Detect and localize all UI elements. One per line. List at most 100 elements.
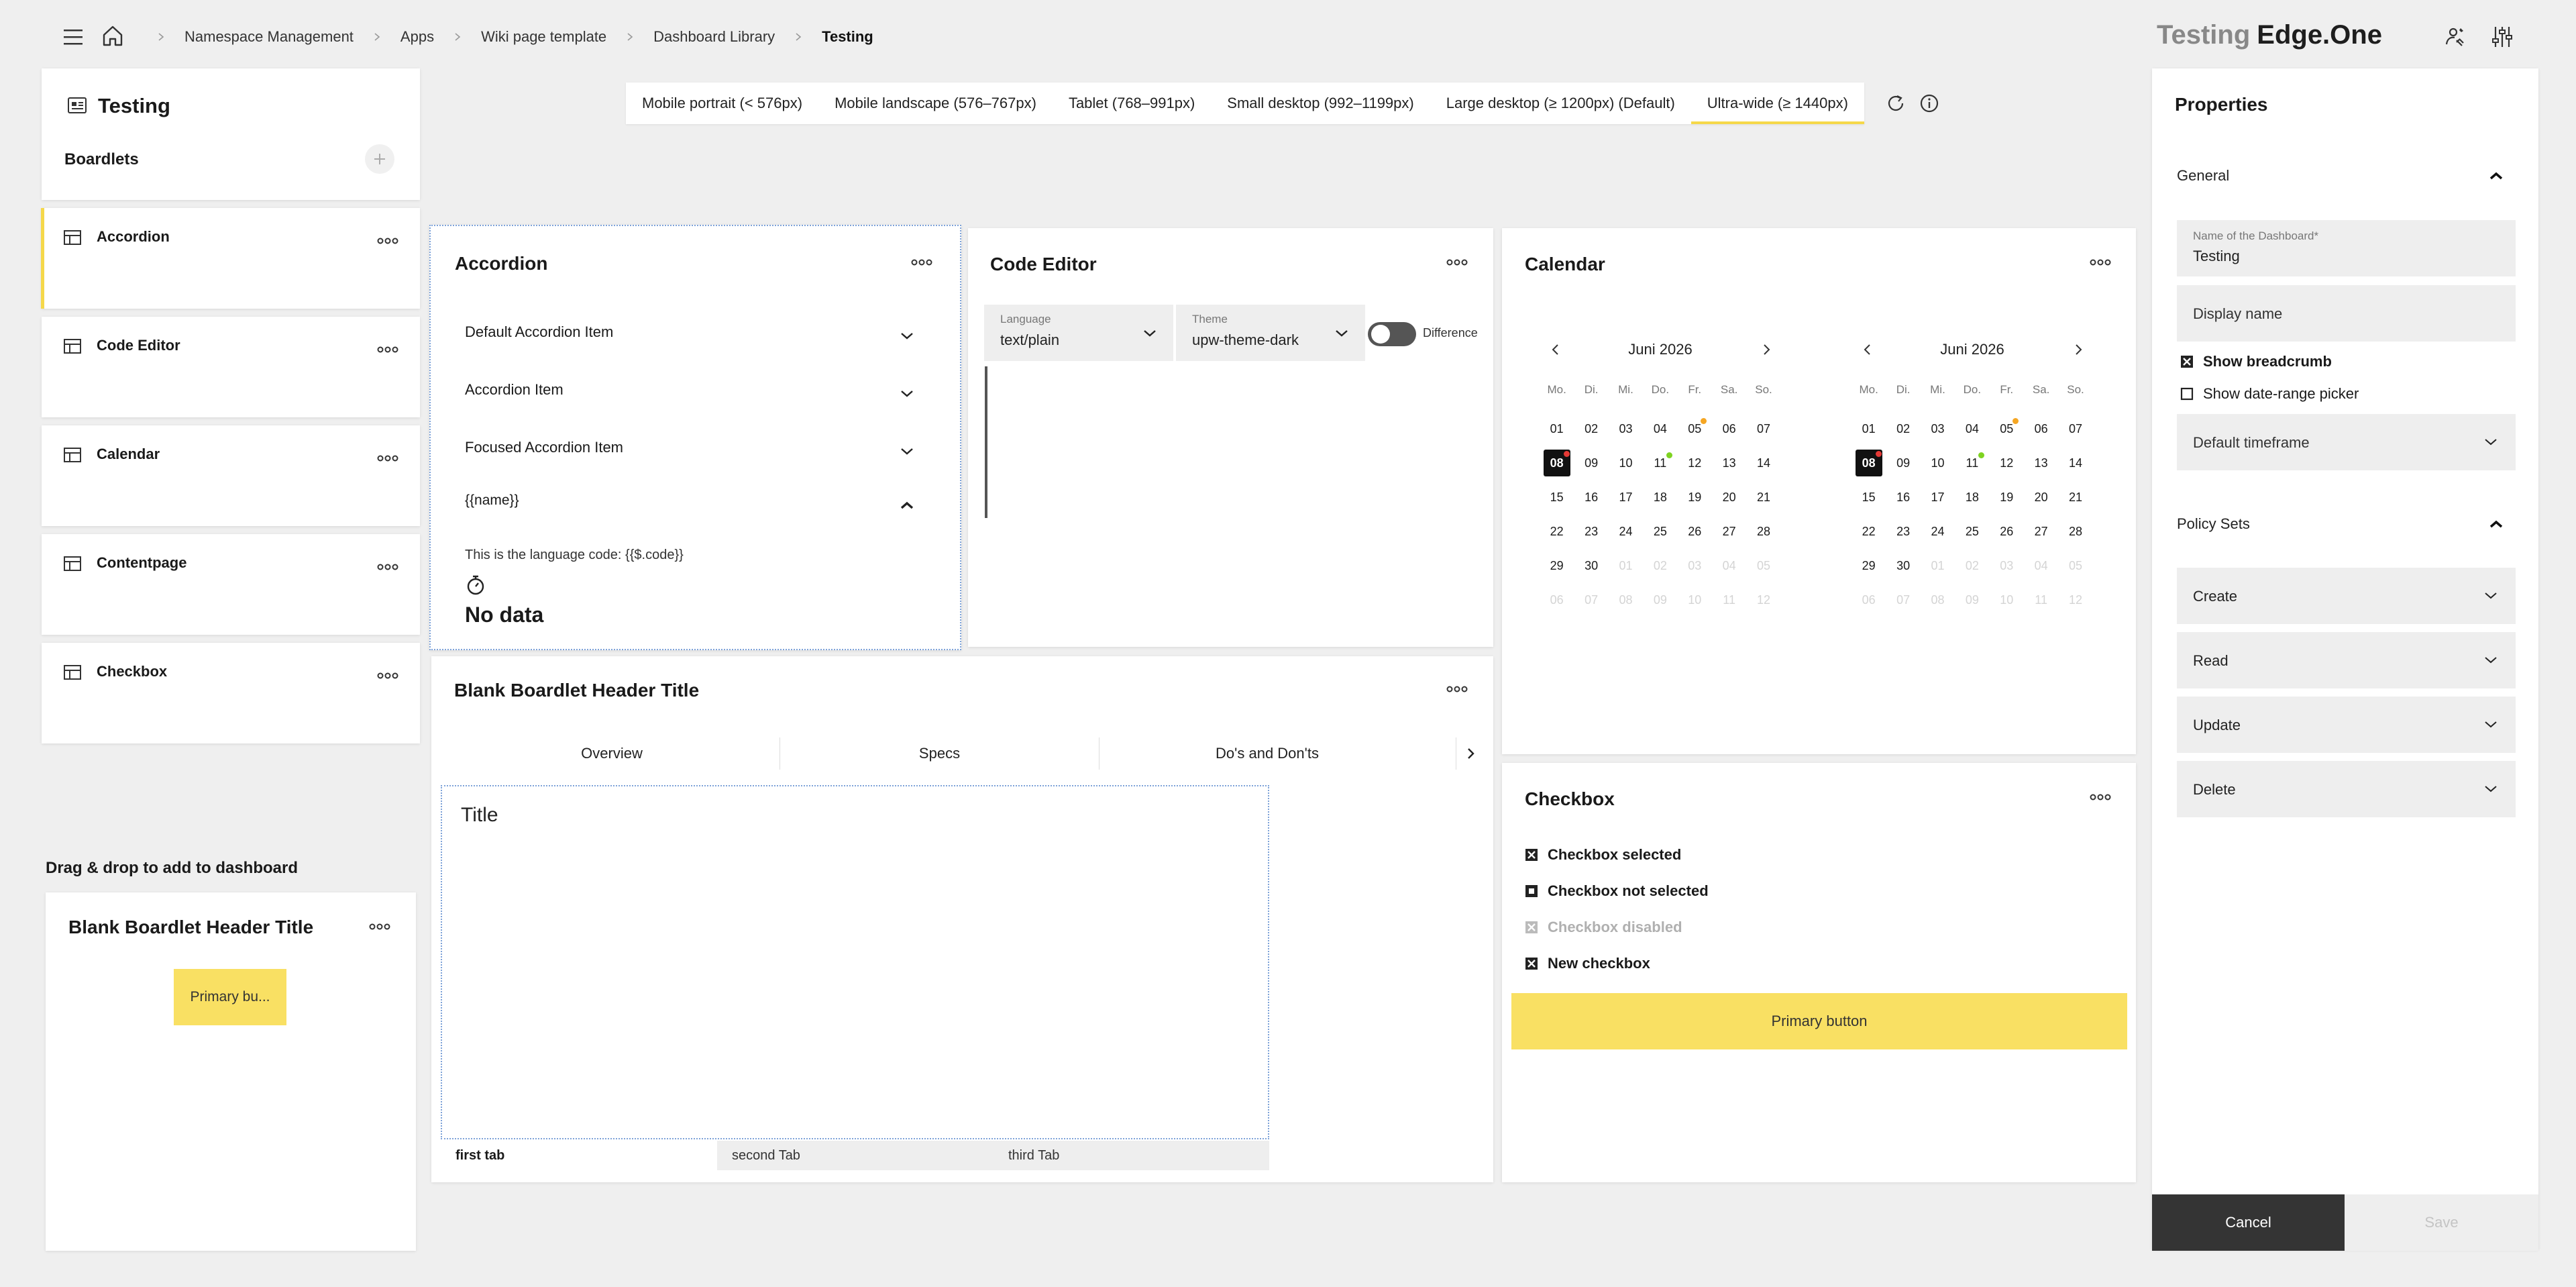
calendar-day[interactable]: 18 — [1955, 482, 1989, 517]
language-select[interactable]: Language text/plain — [984, 305, 1173, 361]
calendar-day[interactable]: 30 — [1886, 551, 1920, 585]
more-options-icon[interactable] — [377, 455, 398, 462]
calendar-day[interactable]: 10 — [1609, 448, 1643, 482]
accordion-item-expanded[interactable]: {{name}} — [465, 493, 928, 519]
calendar-day[interactable]: 27 — [2024, 517, 2058, 551]
tab-mobile-landscape[interactable]: Mobile landscape (576–767px) — [818, 83, 1053, 124]
accordion-item[interactable]: Accordion Item — [465, 381, 928, 408]
home-icon[interactable] — [101, 23, 125, 48]
calendar-day[interactable]: 28 — [1746, 517, 1780, 551]
calendar-day[interactable]: 01 — [1851, 414, 1886, 448]
calendar-day[interactable]: 24 — [1921, 517, 1955, 551]
calendar-day[interactable]: 29 — [1851, 551, 1886, 585]
accordion-item[interactable]: Default Accordion Item — [465, 323, 928, 350]
boardlet-item-accordion[interactable]: Accordion — [41, 208, 420, 309]
accordion-boardlet[interactable]: Accordion — [429, 225, 961, 650]
calendar-day[interactable]: 14 — [1746, 448, 1780, 482]
calendar-day[interactable]: 19 — [1678, 482, 1712, 517]
tab-mobile-portrait[interactable]: Mobile portrait (< 576px) — [626, 83, 818, 124]
chevron-right-icon[interactable] — [1465, 747, 1476, 760]
primary-button[interactable]: Primary bu... — [174, 969, 286, 1025]
add-boardlet-button[interactable] — [364, 144, 395, 174]
calendar-day[interactable]: 04 — [1955, 414, 1989, 448]
calendar-day[interactable]: 21 — [1746, 482, 1780, 517]
calendar-day[interactable]: 07 — [1746, 414, 1780, 448]
calendar-day[interactable]: 08 — [1540, 448, 1574, 482]
calendar-day[interactable]: 26 — [1678, 517, 1712, 551]
tab-ultra-wide[interactable]: Ultra-wide (≥ 1440px) — [1690, 83, 1864, 124]
tab-large-desktop[interactable]: Large desktop (≥ 1200px) (Default) — [1430, 83, 1691, 124]
calendar-day[interactable]: 30 — [1574, 551, 1608, 585]
policy-update-select[interactable]: Update — [2177, 697, 2516, 753]
policy-delete-select[interactable]: Delete — [2177, 761, 2516, 817]
tab-specs[interactable]: Specs — [780, 735, 1099, 772]
calendar-day[interactable]: 23 — [1886, 517, 1920, 551]
breadcrumb-item[interactable]: Apps — [400, 28, 434, 46]
calendar-day[interactable]: 22 — [1851, 517, 1886, 551]
dashboard-name-field[interactable]: Name of the Dashboard* Testing — [2177, 220, 2516, 276]
calendar-day[interactable]: 11 — [1955, 448, 1989, 482]
more-options-icon[interactable] — [377, 564, 398, 570]
calendar-day[interactable]: 29 — [1540, 551, 1574, 585]
calendar-day[interactable]: 17 — [1921, 482, 1955, 517]
more-options-icon[interactable] — [1446, 686, 1468, 692]
calendar-day[interactable]: 02 — [1574, 414, 1608, 448]
calendar-day[interactable]: 22 — [1540, 517, 1574, 551]
tab-tablet[interactable]: Tablet (768–991px) — [1053, 83, 1211, 124]
calendar-day[interactable]: 17 — [1609, 482, 1643, 517]
more-options-icon[interactable] — [2090, 794, 2111, 801]
bottom-tab-second[interactable]: second Tab — [717, 1141, 994, 1170]
calendar-day[interactable]: 25 — [1955, 517, 1989, 551]
calendar-day[interactable]: 26 — [1990, 517, 2024, 551]
boardlet-item-checkbox[interactable]: Checkbox — [42, 643, 420, 743]
display-name-field[interactable]: Display name — [2177, 285, 2516, 342]
calendar-day[interactable]: 16 — [1574, 482, 1608, 517]
calendar-day[interactable]: 20 — [1712, 482, 1746, 517]
calendar-day[interactable]: 18 — [1643, 482, 1677, 517]
chevron-right-icon[interactable] — [1761, 343, 1772, 356]
calendar-day[interactable]: 13 — [1712, 448, 1746, 482]
general-section-header[interactable]: General — [2177, 167, 2516, 185]
checkbox-item[interactable]: New checkbox — [1525, 955, 1650, 972]
calendar-day[interactable]: 21 — [2058, 482, 2092, 517]
policy-read-select[interactable]: Read — [2177, 632, 2516, 688]
policy-sets-section-header[interactable]: Policy Sets — [2177, 515, 2516, 533]
code-editor-area[interactable] — [987, 366, 1470, 518]
calendar-day[interactable]: 06 — [2024, 414, 2058, 448]
boardlet-item-contentpage[interactable]: Contentpage — [42, 534, 420, 635]
breadcrumb-item[interactable]: Dashboard Library — [653, 28, 775, 46]
calendar-day[interactable]: 04 — [1643, 414, 1677, 448]
user-settings-icon[interactable] — [2442, 24, 2467, 50]
calendar-day[interactable]: 07 — [2058, 414, 2092, 448]
calendar-day[interactable]: 09 — [1574, 448, 1608, 482]
default-timeframe-select[interactable]: Default timeframe — [2177, 414, 2516, 470]
calendar-day[interactable]: 09 — [1886, 448, 1920, 482]
content-drop-area[interactable]: Title — [441, 785, 1269, 1139]
calendar-day[interactable]: 03 — [1609, 414, 1643, 448]
chevron-right-icon[interactable] — [2073, 343, 2084, 356]
calendar-day[interactable]: 20 — [2024, 482, 2058, 517]
tab-small-desktop[interactable]: Small desktop (992–1199px) — [1211, 83, 1430, 124]
menu-icon[interactable] — [62, 25, 85, 48]
calendar-day[interactable]: 05 — [1678, 414, 1712, 448]
boardlet-item-code-editor[interactable]: Code Editor — [42, 317, 420, 417]
save-button[interactable]: Save — [2345, 1194, 2538, 1251]
more-options-icon[interactable] — [911, 259, 932, 266]
cancel-button[interactable]: Cancel — [2152, 1194, 2345, 1251]
calendar-day[interactable]: 14 — [2058, 448, 2092, 482]
breadcrumb-item[interactable]: Wiki page template — [481, 28, 606, 46]
calendar-day[interactable]: 27 — [1712, 517, 1746, 551]
calendar-day[interactable]: 19 — [1990, 482, 2024, 517]
tab-overview[interactable]: Overview — [444, 735, 780, 772]
calendar-day[interactable]: 15 — [1851, 482, 1886, 517]
tab-dos-and-donts[interactable]: Do's and Don'ts — [1099, 735, 1435, 772]
breadcrumb-item[interactable]: Namespace Management — [184, 28, 354, 46]
calendar-day[interactable]: 24 — [1609, 517, 1643, 551]
policy-create-select[interactable]: Create — [2177, 568, 2516, 624]
refresh-icon[interactable] — [1885, 93, 1907, 114]
calendar-day[interactable]: 15 — [1540, 482, 1574, 517]
more-options-icon[interactable] — [1446, 259, 1468, 266]
calendar-day[interactable]: 06 — [1712, 414, 1746, 448]
bottom-tab-third[interactable]: third Tab — [994, 1141, 1269, 1170]
draggable-boardlet-card[interactable]: Blank Boardlet Header Title Primary bu..… — [46, 892, 416, 1251]
